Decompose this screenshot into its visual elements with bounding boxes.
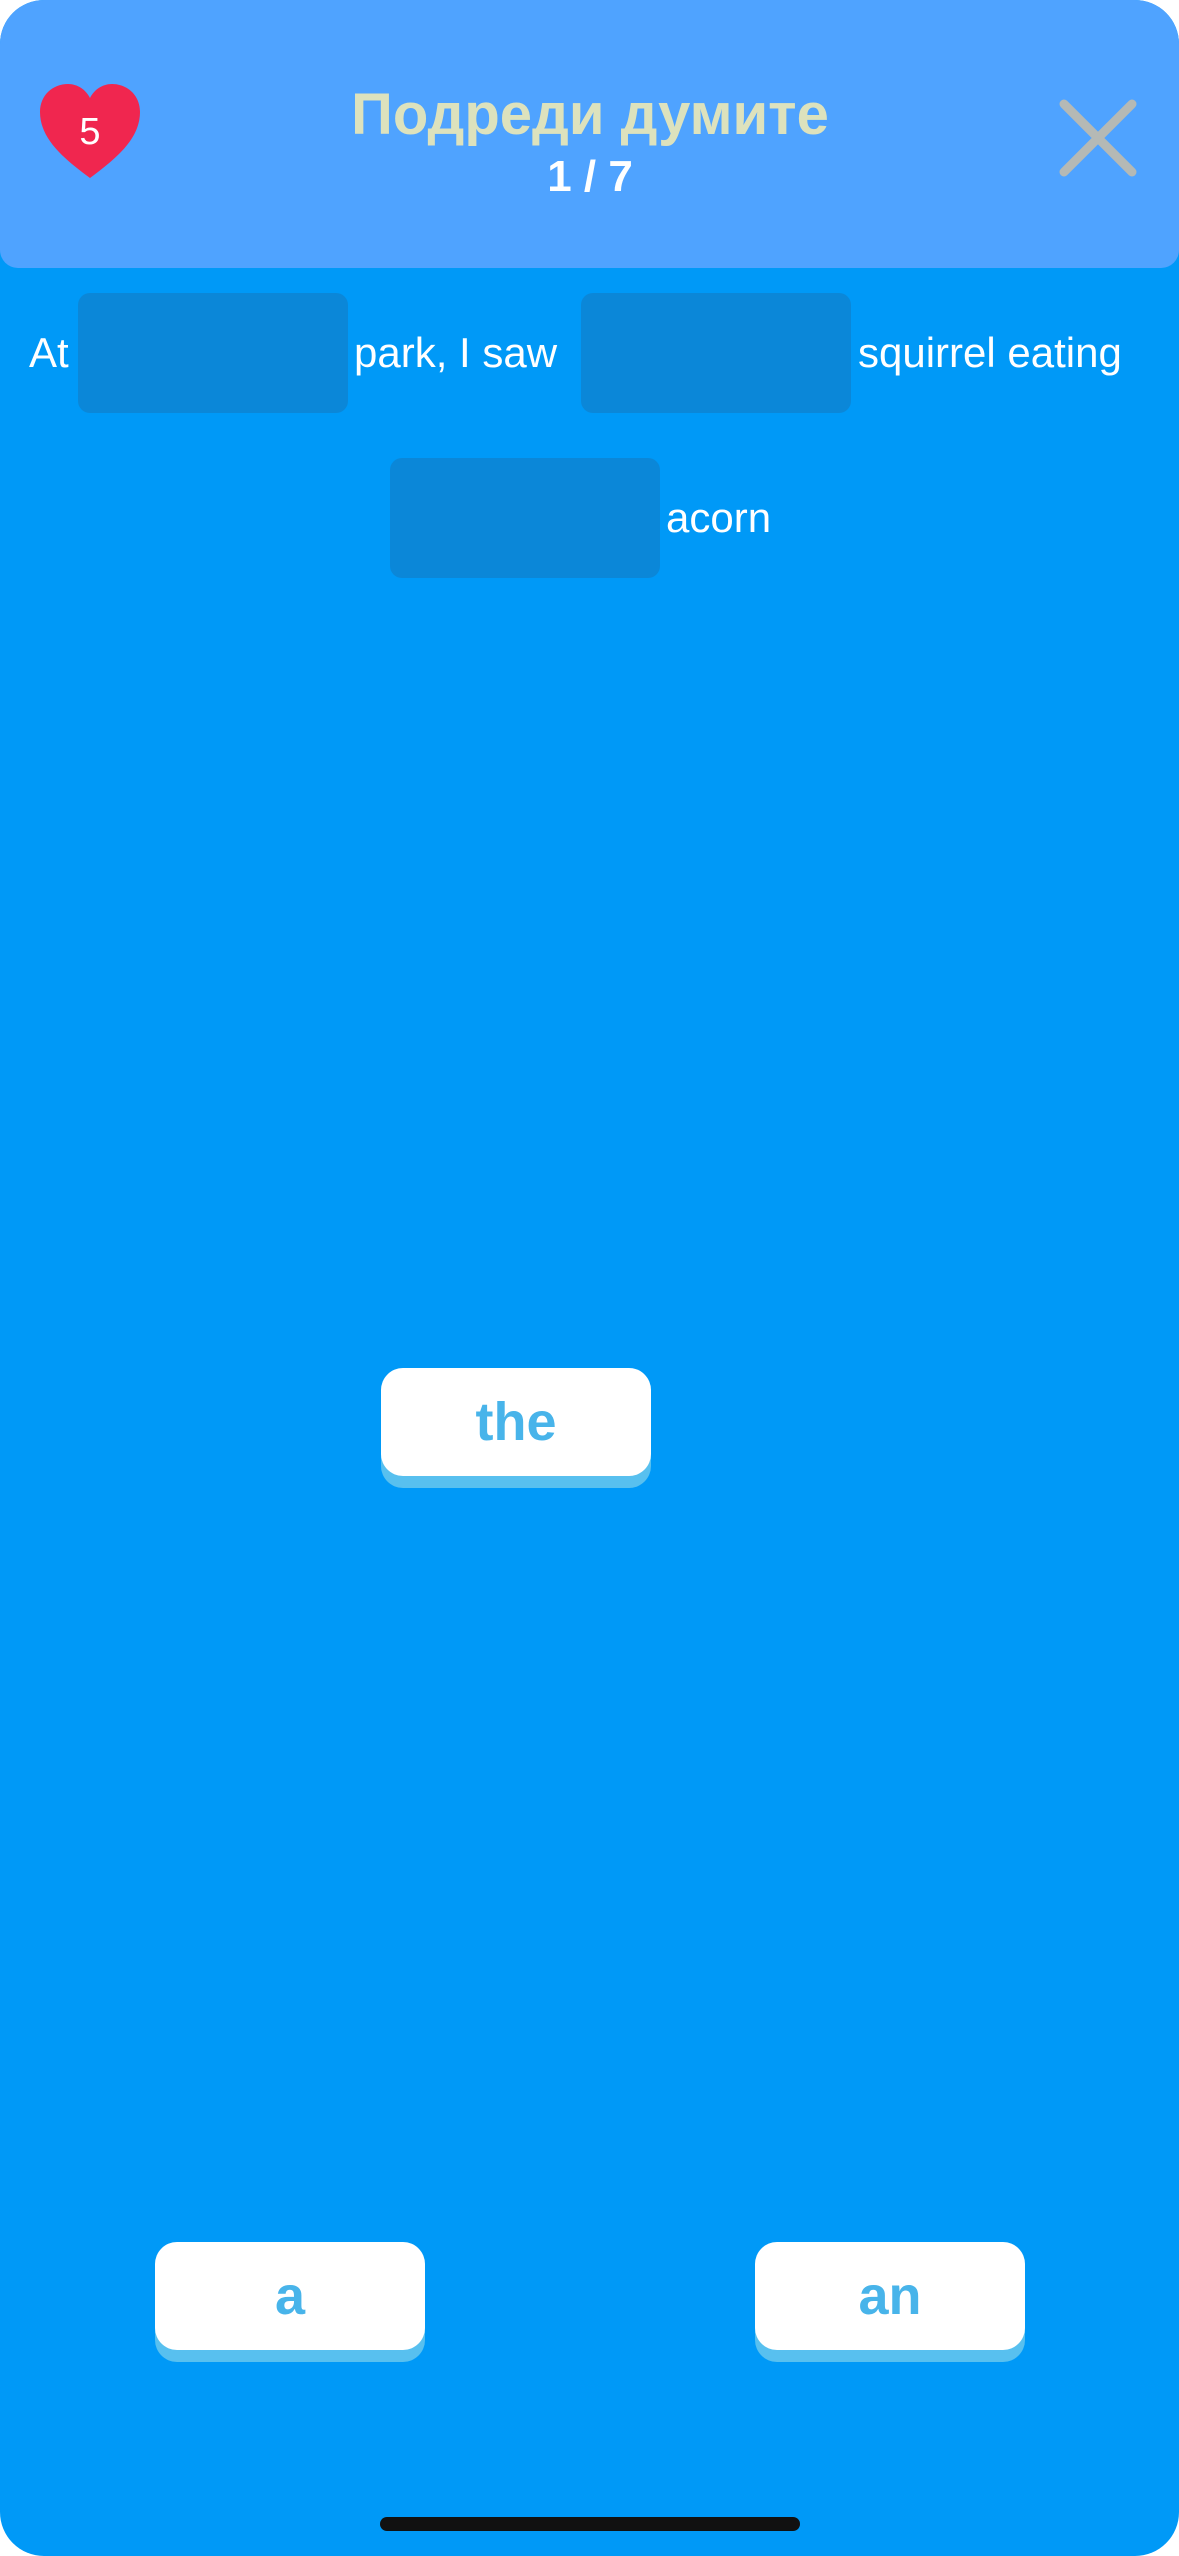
word-tile-a[interactable]: a [155, 2242, 425, 2350]
close-x-icon [1059, 99, 1137, 177]
sentence-word: squirrel eating [858, 329, 1122, 376]
exercise-screen: 5 Подреди думите 1 / 7 At park, I saw sq… [0, 0, 1179, 2556]
home-indicator[interactable] [380, 2517, 800, 2531]
sentence-word: At [29, 329, 69, 376]
header-bar: 5 Подреди думите 1 / 7 [0, 0, 1179, 268]
answer-slot-3[interactable] [390, 458, 660, 578]
lives-count: 5 [79, 111, 101, 153]
progress-counter: 1 / 7 [547, 152, 633, 201]
lives-indicator: 5 [36, 82, 144, 182]
close-button[interactable] [1050, 90, 1146, 186]
sentence-word: park, I saw [354, 329, 558, 376]
answer-slot-1[interactable] [78, 293, 348, 413]
word-tile-the[interactable]: the [381, 1368, 651, 1476]
sentence-word: acorn [666, 494, 772, 541]
page-title: Подреди думите [351, 82, 829, 147]
answer-slot-2[interactable] [581, 293, 851, 413]
word-tile-an[interactable]: an [755, 2242, 1025, 2350]
